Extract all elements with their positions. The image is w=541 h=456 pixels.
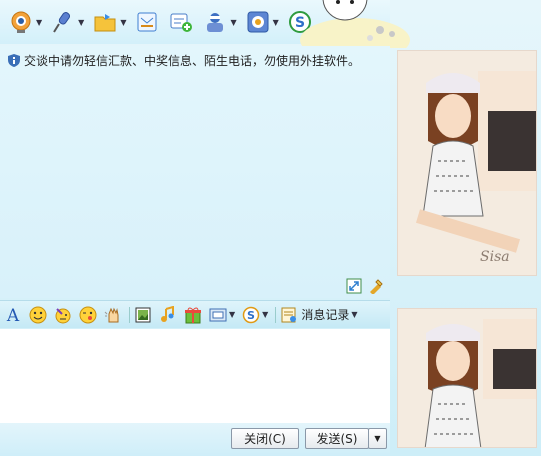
font-button[interactable]: A bbox=[4, 306, 22, 324]
send-options-dropdown[interactable]: ▼ bbox=[368, 428, 387, 449]
format-toolbar: A ▼ S ▼ 消息记录 ▼ bbox=[0, 300, 390, 328]
chevron-down-icon[interactable]: ▼ bbox=[229, 310, 235, 319]
soso-search-icon: S bbox=[242, 306, 260, 324]
magic-face-icon bbox=[54, 306, 72, 324]
message-area-actions bbox=[346, 278, 384, 295]
svg-text:Sisa: Sisa bbox=[480, 249, 510, 265]
toolbar-divider bbox=[275, 306, 277, 323]
gift-icon bbox=[184, 306, 202, 324]
chevron-down-icon[interactable]: ▼ bbox=[262, 310, 268, 319]
shake-hand-icon bbox=[104, 306, 122, 324]
send-image-button[interactable] bbox=[134, 306, 152, 324]
music-note-icon bbox=[159, 305, 177, 324]
message-display-area[interactable]: 交谈中请勿轻信汇款、中奖信息、陌生电话，勿使用外挂软件。 bbox=[0, 46, 390, 298]
add-message-icon bbox=[168, 9, 194, 35]
svg-text:A: A bbox=[6, 306, 20, 324]
security-notice: 交谈中请勿轻信汇款、中奖信息、陌生电话，勿使用外挂软件。 bbox=[8, 52, 360, 69]
message-history-label: 消息记录 bbox=[301, 308, 350, 322]
contact-show-panel: Sisa bbox=[390, 0, 541, 456]
settings-icon bbox=[245, 9, 271, 35]
toolbar-divider bbox=[129, 306, 130, 323]
wink-face-icon bbox=[79, 306, 97, 324]
soso-search-button[interactable]: S ▼ bbox=[242, 306, 268, 324]
folder-transfer-icon bbox=[92, 9, 118, 35]
security-notice-text: 交谈中请勿轻信汇款、中奖信息、陌生电话，勿使用外挂软件。 bbox=[24, 54, 361, 68]
contact-info-button[interactable]: ▼ bbox=[202, 9, 237, 35]
email-button[interactable] bbox=[134, 9, 160, 35]
screenshot-icon bbox=[209, 306, 227, 324]
email-icon bbox=[134, 9, 160, 35]
close-button[interactable]: 关闭(C) bbox=[231, 428, 299, 449]
send-button-group: 发送(S) ▼ bbox=[305, 428, 387, 449]
wink-emotion-button[interactable] bbox=[79, 306, 97, 324]
app-settings-button[interactable]: ▼ bbox=[245, 9, 279, 35]
file-transfer-button[interactable]: ▼ bbox=[92, 9, 126, 35]
chevron-down-icon[interactable]: ▼ bbox=[273, 18, 279, 27]
emoticon-button[interactable] bbox=[29, 306, 47, 324]
expand-icon[interactable] bbox=[346, 278, 362, 294]
shield-info-icon bbox=[8, 54, 20, 67]
chevron-down-icon[interactable]: ▼ bbox=[78, 18, 84, 27]
bottom-button-bar: 关闭(C) 发送(S) ▼ bbox=[0, 423, 390, 456]
gift-button[interactable] bbox=[184, 306, 202, 324]
chevron-down-icon[interactable]: ▼ bbox=[351, 310, 357, 319]
sms-button[interactable] bbox=[168, 9, 194, 35]
shake-window-button[interactable] bbox=[104, 306, 122, 324]
contact-show-photo: Sisa bbox=[397, 50, 537, 276]
microphone-icon bbox=[50, 9, 76, 35]
video-call-button[interactable]: ▼ bbox=[8, 9, 42, 35]
message-input-field[interactable] bbox=[0, 329, 390, 423]
send-button-label: 发送(S) bbox=[316, 432, 358, 446]
chevron-down-icon[interactable]: ▼ bbox=[120, 18, 126, 27]
magic-emotion-button[interactable] bbox=[54, 306, 72, 324]
my-show-photo bbox=[397, 308, 537, 448]
contact-card-icon bbox=[202, 9, 228, 35]
gift-send-icon[interactable] bbox=[368, 278, 384, 295]
font-icon: A bbox=[4, 306, 22, 324]
message-history-button[interactable]: 消息记录 ▼ bbox=[280, 306, 357, 324]
send-button[interactable]: 发送(S) bbox=[305, 428, 369, 449]
image-icon bbox=[134, 306, 152, 324]
chevron-down-icon[interactable]: ▼ bbox=[36, 18, 42, 27]
music-button[interactable] bbox=[159, 305, 177, 324]
history-log-icon bbox=[280, 306, 298, 324]
chevron-down-icon[interactable]: ▼ bbox=[230, 18, 236, 27]
screen-capture-button[interactable]: ▼ bbox=[209, 306, 235, 324]
svg-text:S: S bbox=[247, 309, 255, 322]
chevron-down-icon: ▼ bbox=[374, 434, 381, 443]
webcam-icon bbox=[8, 9, 34, 35]
voice-call-button[interactable]: ▼ bbox=[50, 9, 84, 35]
smiley-icon bbox=[29, 306, 47, 324]
close-button-label: 关闭(C) bbox=[244, 432, 286, 446]
